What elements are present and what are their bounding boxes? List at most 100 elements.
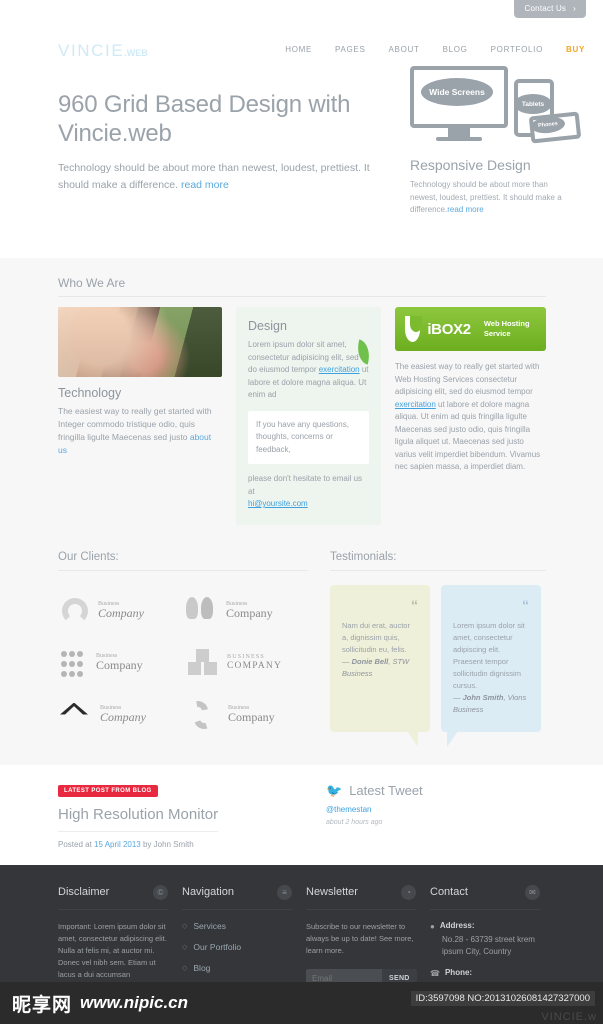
bubble-tail	[447, 730, 458, 747]
twitter-bird-icon: 🐦	[326, 782, 343, 798]
responsive-read-more-link[interactable]: read more	[447, 205, 483, 214]
top-bar: Contact Us ›	[0, 0, 603, 18]
disclaimer-heading: Disclaimer	[58, 886, 110, 898]
client-logo-item[interactable]: Business Company	[183, 689, 308, 741]
hero-read-more-link[interactable]: read more	[181, 179, 229, 191]
monitor-base	[436, 137, 482, 141]
client-logo-grid: Business Company Business Company Busine…	[58, 585, 308, 741]
bubble-tail	[407, 730, 418, 747]
testimonial-text: Nam dui erat, auctor a, dignissim quis, …	[342, 620, 418, 680]
phone-icon: ☎	[430, 968, 440, 978]
client-mark-peak-icon	[60, 702, 94, 733]
nav-item-pages[interactable]: PAGES	[335, 45, 365, 54]
ibox-body-b: ut labore et dolore magna aliqua. Ut eni…	[394, 399, 541, 472]
footer-nav-label[interactable]: Blog	[193, 963, 210, 973]
footer-nav-label[interactable]: Our Portfolio	[193, 942, 241, 952]
technology-body-text: The easiest way to really get started wi…	[58, 406, 212, 442]
address-label: Address:	[439, 920, 475, 930]
hero-section: 960 Grid Based Design with Vincie.web Te…	[0, 62, 603, 258]
address-value: No.28 - 63739 street krem ipsum City, Co…	[442, 934, 535, 956]
footer-nav-item-services[interactable]: ◇ Services	[182, 921, 292, 931]
contact-us-button[interactable]: Contact Us ›	[513, 0, 586, 18]
client-mark-circle-icon	[58, 596, 92, 626]
testimonial-author: Donie Bell	[351, 656, 389, 666]
ibox-tagline: Web Hosting Service	[483, 319, 530, 338]
client-logo-top: BUSINESS	[227, 653, 265, 660]
footer-nav-item-portfolio[interactable]: ◇ Our Portfolio	[182, 942, 292, 952]
clients-column: Our Clients: Business Company Business C…	[58, 551, 308, 741]
wide-screens-label: Wide Screens	[421, 78, 493, 106]
logo-suffix: .WEB	[124, 48, 148, 58]
watermark-id: ID:3597098 NO:20131026081427327000	[410, 991, 595, 1006]
client-logo-item[interactable]: Business Company	[58, 689, 183, 741]
design-email-prefix: please don't hesitate to email us at	[248, 474, 363, 496]
hero-title: 960 Grid Based Design with Vincie.web	[58, 91, 351, 147]
hero-text-block: 960 Grid Based Design with Vincie.web Te…	[58, 90, 388, 194]
client-mark-swirl-icon	[184, 697, 222, 733]
clients-testimonials-row: Our Clients: Business Company Business C…	[58, 551, 546, 747]
design-email-link[interactable]: hi@yoursite.com	[248, 499, 308, 508]
testimonial-body: Lorem ipsum dolor sit amet, consectetur …	[453, 620, 525, 690]
responsive-title: Responsive Design	[410, 157, 531, 173]
testimonial-item: “ Nam dui erat, auctor a, dignissim quis…	[330, 584, 430, 747]
footer-nav-label[interactable]: Services	[193, 921, 226, 931]
client-logo-item[interactable]: BUSINESS COMPANY	[183, 637, 308, 689]
latest-post-meta: Posted at 15 April 2013 by John Smith	[58, 840, 326, 849]
ibox-banner: iBOX2 Web Hosting Service	[394, 307, 546, 351]
watermark-cn-text: 昵享网	[12, 993, 73, 1016]
client-mark-dots-icon	[60, 650, 90, 680]
testimonial-author-line: — Donie Bell, STW Business	[342, 656, 410, 678]
client-logo-bottom: Company	[98, 606, 144, 621]
latest-post-title[interactable]: High Resolution Monitor	[58, 806, 326, 823]
watermark-url: www.nipic.cn	[80, 993, 189, 1012]
client-logo-text: Business Company	[100, 705, 146, 725]
responsive-block: Wide Screens Tablets Phones Responsive D…	[410, 66, 582, 217]
footer-heading-row: Navigation ≡	[182, 884, 292, 910]
testimonials-column: Testimonials: “ Nam dui erat, auctor a, …	[330, 551, 546, 747]
logo-main: VINCIE	[58, 41, 125, 60]
technology-title: Technology	[58, 386, 122, 400]
newsletter-body: Subscribe to our newsletter to always be…	[306, 921, 414, 955]
site-logo[interactable]: VINCIE.WEB	[58, 41, 148, 61]
address-label-row: ● Address:	[430, 921, 540, 932]
client-logo-bottom: COMPANY	[227, 660, 283, 671]
design-exercitation-link[interactable]: exercitation	[319, 365, 360, 374]
client-mark-leaves-icon	[186, 596, 220, 627]
divider	[58, 830, 218, 832]
tablets-label: Tablets	[514, 94, 552, 114]
testimonials-title: Testimonials:	[330, 551, 546, 571]
bullet-icon: ◇	[182, 964, 188, 972]
client-logo-item[interactable]: Business Company	[58, 637, 183, 689]
who-we-are-section: Who We Are Technology The easiest way to…	[0, 258, 603, 765]
client-logo-bottom: Company	[100, 710, 146, 725]
watermark-bar: 昵享网 www.nipic.cn ID:3597098 NO:201310260…	[0, 982, 603, 1024]
nav-item-buy[interactable]: BUY	[566, 45, 585, 54]
envelope-icon: ✉	[525, 884, 540, 900]
footer-heading-row: Contact ✉	[430, 884, 540, 910]
footer-nav-item-blog[interactable]: ◇ Blog	[182, 963, 292, 973]
testimonial-author: John Smith	[462, 692, 504, 702]
ibox-exercitation-link[interactable]: exercitation	[395, 400, 436, 409]
responsive-body-text: Technology should be about more than new…	[410, 180, 562, 214]
client-logo-bottom: Company	[226, 606, 273, 621]
post-date-link[interactable]: 15 April 2013	[94, 840, 141, 849]
nav-item-portfolio[interactable]: PORTFOLIO	[491, 45, 543, 54]
bullet-icon: ◇	[182, 922, 188, 930]
nav-item-about[interactable]: ABOUT	[389, 45, 420, 54]
newsletter-heading: Newsletter	[306, 886, 358, 898]
tweet-handle[interactable]: @themestan	[326, 805, 526, 814]
site-header: VINCIE.WEB HOME PAGES ABOUT BLOG PORTFOL…	[0, 18, 603, 62]
client-logo-item[interactable]: Business Company	[183, 585, 308, 637]
client-logo-bottom: Company	[228, 710, 275, 725]
nav-item-blog[interactable]: BLOG	[443, 45, 468, 54]
contact-address-block: ● Address: No.28 - 63739 street krem ips…	[430, 921, 540, 958]
ibox-body-a: The easiest way to really get started wi…	[394, 362, 540, 396]
who-we-are-title: Who We Are	[58, 276, 546, 297]
ibox-name: iBOX2	[427, 320, 471, 338]
contact-us-label: Contact Us	[524, 4, 567, 13]
client-logo-item[interactable]: Business Company	[58, 585, 183, 637]
nav-item-home[interactable]: HOME	[285, 45, 312, 54]
ibox-body: The easiest way to really get started wi…	[395, 361, 546, 474]
list-icon: ≡	[277, 884, 292, 900]
latest-tweet-header: 🐦 Latest Tweet	[326, 783, 526, 798]
